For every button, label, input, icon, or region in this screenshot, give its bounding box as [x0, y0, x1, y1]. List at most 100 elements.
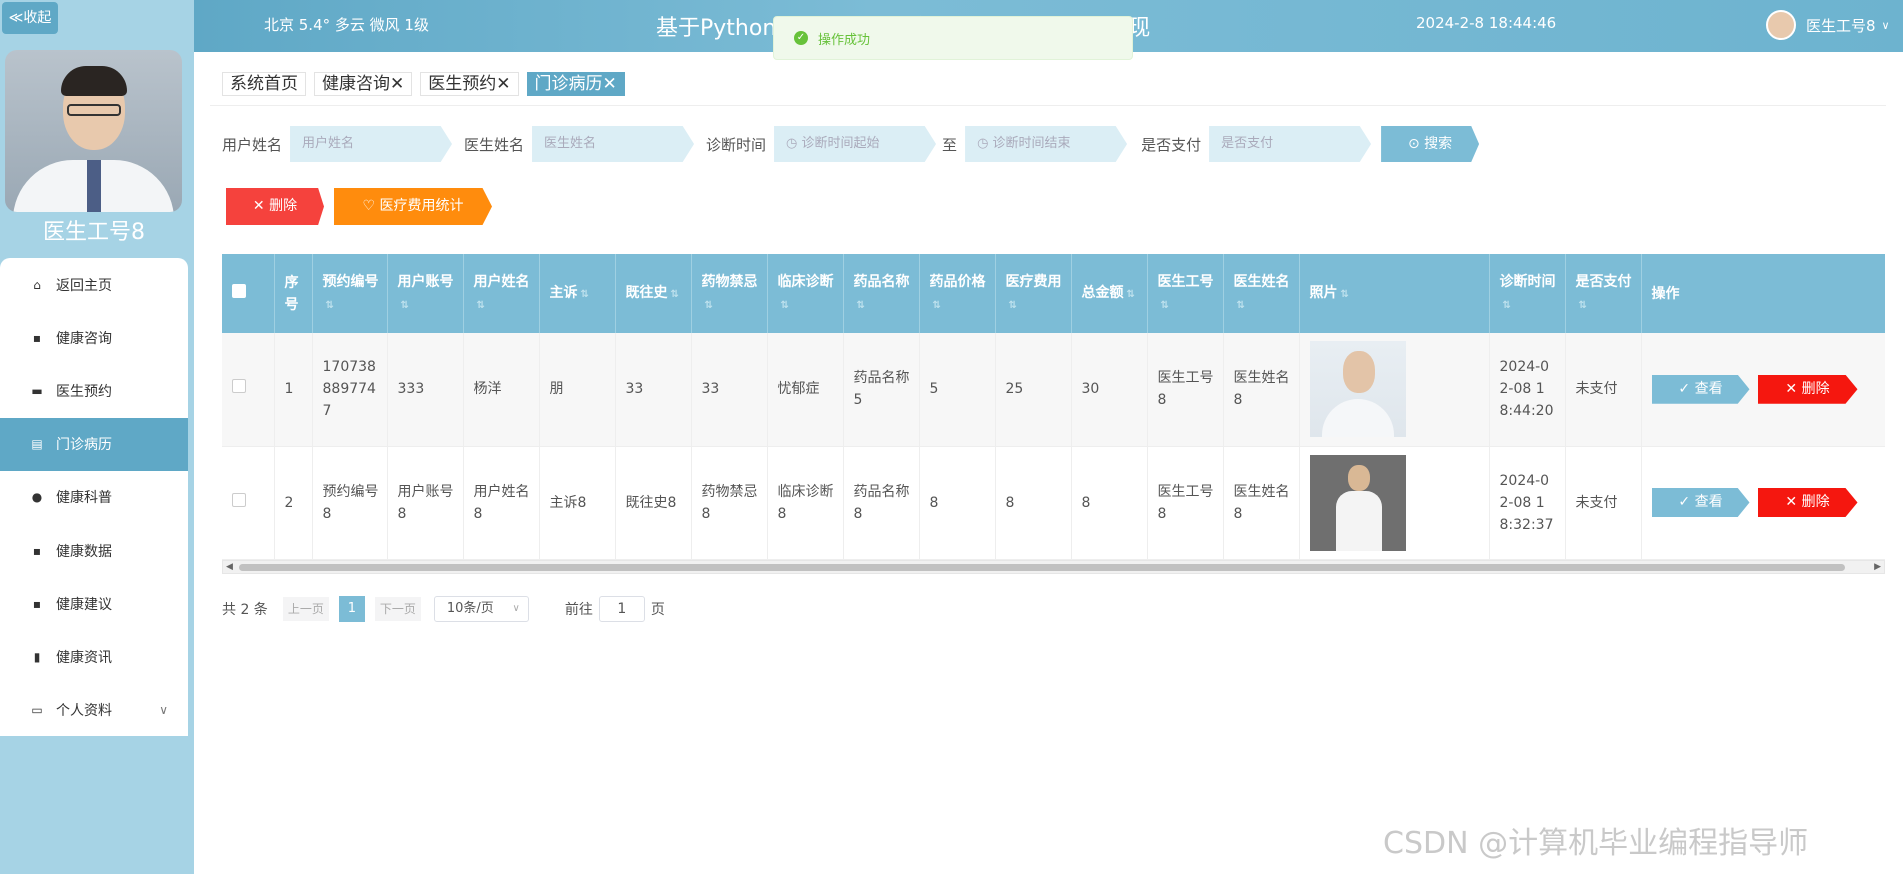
- sidebar-item-appointment[interactable]: ▬ 医生预约: [0, 364, 188, 417]
- sort-icon: ⇅: [1160, 299, 1169, 311]
- sidebar-item-advice[interactable]: ▪ 健康建议: [0, 577, 188, 630]
- prev-page-button[interactable]: 上一页: [282, 597, 329, 621]
- delete-button[interactable]: ✕ 删除: [1757, 374, 1858, 404]
- sidebar-item-data[interactable]: ▪ 健康数据: [0, 524, 188, 577]
- sidebar-item-home[interactable]: ⌂ 返回主页: [0, 258, 188, 311]
- sort-icon: ⇅: [704, 299, 713, 311]
- sort-icon: ⇅: [932, 299, 941, 311]
- horizontal-scrollbar[interactable]: ◀ ▶: [222, 560, 1885, 574]
- sidebar-item-science[interactable]: ● 健康科普: [0, 471, 188, 524]
- sort-icon: ⇅: [1578, 299, 1587, 311]
- close-icon: ✕: [1785, 494, 1802, 510]
- col-header[interactable]: 是否支付⇅: [1565, 254, 1642, 333]
- sidebar-item-profile[interactable]: ▭ 个人资料 ∨: [0, 684, 188, 737]
- home-icon: ⌂: [33, 277, 41, 292]
- col-header[interactable]: 药物禁忌⇅: [691, 254, 768, 333]
- col-header[interactable]: 医生姓名⇅: [1223, 254, 1300, 333]
- select-all-checkbox[interactable]: [222, 254, 275, 333]
- sort-icon: ⇅: [476, 299, 485, 311]
- view-button[interactable]: ✓ 查看: [1651, 488, 1750, 517]
- sort-icon: ⇅: [1502, 299, 1511, 311]
- clock-icon: ◷: [977, 136, 993, 151]
- scroll-right-icon[interactable]: ▶: [1874, 561, 1881, 573]
- col-header[interactable]: 用户账号⇅: [387, 254, 464, 333]
- table-header-row: 序号 预约编号⇅ 用户账号⇅ 用户姓名⇅ 主诉 ⇅ 既往史 ⇅ 药物禁忌⇅ 临床诊断…: [222, 254, 1885, 333]
- close-icon[interactable]: ✕: [390, 74, 404, 94]
- tab-home[interactable]: 系统首页: [222, 72, 306, 96]
- scrollbar-thumb[interactable]: [239, 564, 1845, 571]
- diag-start-input[interactable]: ◷ 诊断时间起始: [774, 126, 937, 162]
- col-header[interactable]: 用户姓名⇅: [463, 254, 540, 333]
- col-header[interactable]: 主诉 ⇅: [539, 254, 616, 333]
- row-checkbox[interactable]: [222, 333, 275, 447]
- col-header[interactable]: 预约编号⇅: [312, 254, 388, 333]
- pagination: 共 2 条 上一页 1 下一页 10条/页 ∨ 前往 1 页: [222, 596, 665, 622]
- col-header: 序号: [274, 254, 313, 333]
- clock-icon: ◷: [786, 136, 802, 151]
- col-header[interactable]: 医生工号⇅: [1147, 254, 1224, 333]
- sidebar-item-consult[interactable]: ▪ 健康咨询: [0, 311, 188, 364]
- action-bar: ✕ 删除 ♡ 医疗费用统计: [226, 188, 492, 225]
- pin-icon: ●: [31, 490, 43, 505]
- goto-page-input[interactable]: 1: [598, 596, 645, 622]
- doctor-name-input[interactable]: 医生姓名: [532, 126, 695, 162]
- col-header[interactable]: 照片 ⇅: [1299, 254, 1490, 333]
- doctor-name: 医生工号8: [43, 220, 145, 245]
- search-button[interactable]: ⊙ 搜索: [1381, 126, 1480, 162]
- close-icon: ✕: [1785, 380, 1802, 397]
- view-button[interactable]: ✓ 查看: [1651, 374, 1750, 404]
- close-icon[interactable]: ✕: [603, 74, 617, 94]
- col-header[interactable]: 药品名称⇅: [843, 254, 920, 333]
- goto-label: 前往: [564, 602, 593, 618]
- tab-records[interactable]: 门诊病历✕: [526, 72, 625, 96]
- page-number-1[interactable]: 1: [338, 596, 365, 622]
- operation-cell: ✓ 查看 ✕ 删除: [1641, 446, 1885, 560]
- col-header[interactable]: 总金额 ⇅: [1071, 254, 1148, 333]
- doctor-photo[interactable]: [1309, 341, 1406, 438]
- tab-appointment[interactable]: 医生预约✕: [420, 72, 519, 96]
- col-header[interactable]: 药品价格⇅: [919, 254, 996, 333]
- table-row: 1 1707388897747 333 杨洋 朋 33 33 忧郁症 药品名称5…: [222, 333, 1885, 447]
- next-page-button[interactable]: 下一页: [374, 597, 421, 621]
- paid-select[interactable]: 是否支付∨: [1209, 126, 1372, 162]
- grid-icon: ▪: [32, 543, 42, 558]
- check-icon: ✓: [1678, 494, 1695, 510]
- col-header[interactable]: 临床诊断⇅: [767, 254, 844, 333]
- fee-stats-button[interactable]: ♡ 医疗费用统计: [334, 188, 492, 225]
- chevron-down-icon: ∨: [159, 703, 168, 718]
- tab-consult[interactable]: 健康咨询✕: [314, 72, 413, 96]
- col-header[interactable]: 既往史 ⇅: [615, 254, 692, 333]
- sidebar: ≪收起 医生工号8 ⌂ 返回主页 ▪ 健康咨询 ▬ 医生预约 ▤ 门诊病历 ● 健康科普 …: [0, 0, 194, 874]
- monitor-icon: ▬: [31, 383, 43, 398]
- batch-delete-button[interactable]: ✕ 删除: [226, 188, 324, 225]
- page-size-select[interactable]: 10条/页 ∨: [433, 596, 529, 622]
- weather-info: 北京 5.4° 多云 微风 1级: [264, 16, 429, 34]
- user-name-input[interactable]: 用户姓名: [290, 126, 453, 162]
- collapse-sidebar-button[interactable]: ≪收起: [2, 2, 58, 34]
- user-menu[interactable]: 医生工号8 ∨: [1766, 10, 1890, 40]
- close-icon: ✕: [252, 198, 270, 214]
- operation-cell: ✓ 查看 ✕ 删除: [1641, 333, 1885, 447]
- check-circle-icon: ✓: [794, 31, 808, 45]
- col-header[interactable]: 医疗费用⇅: [995, 254, 1072, 333]
- heart-icon: ♡: [362, 198, 380, 214]
- bar-chart-icon: ▮: [33, 649, 41, 664]
- diag-end-input[interactable]: ◷ 诊断时间结束: [965, 126, 1128, 162]
- records-table: 序号 预约编号⇅ 用户账号⇅ 用户姓名⇅ 主诉 ⇅ 既往史 ⇅ 药物禁忌⇅ 临床诊断…: [222, 254, 1885, 574]
- photo-cell: [1299, 446, 1490, 560]
- col-header[interactable]: 诊断时间⇅: [1489, 254, 1566, 333]
- sort-icon: ⇅: [1236, 299, 1245, 311]
- col-header: 操作: [1641, 254, 1885, 333]
- sort-icon: ⇅: [780, 299, 789, 311]
- user-name-label: 用户姓名: [222, 135, 283, 154]
- table-row: 2 预约编号8 用户账号8 用户姓名8 主诉8 既往史8 药物禁忌8 临床诊断8…: [222, 446, 1885, 560]
- current-time: 2024-2-8 18:44:46: [1416, 14, 1557, 32]
- close-icon[interactable]: ✕: [496, 74, 510, 94]
- sidebar-item-news[interactable]: ▮ 健康资讯: [0, 630, 188, 683]
- delete-button[interactable]: ✕ 删除: [1757, 488, 1858, 517]
- doctor-photo[interactable]: [1309, 454, 1406, 551]
- sidebar-item-records[interactable]: ▤ 门诊病历: [0, 417, 188, 471]
- photo-cell: [1299, 333, 1490, 447]
- scroll-left-icon[interactable]: ◀: [226, 561, 233, 573]
- row-checkbox[interactable]: [222, 446, 275, 560]
